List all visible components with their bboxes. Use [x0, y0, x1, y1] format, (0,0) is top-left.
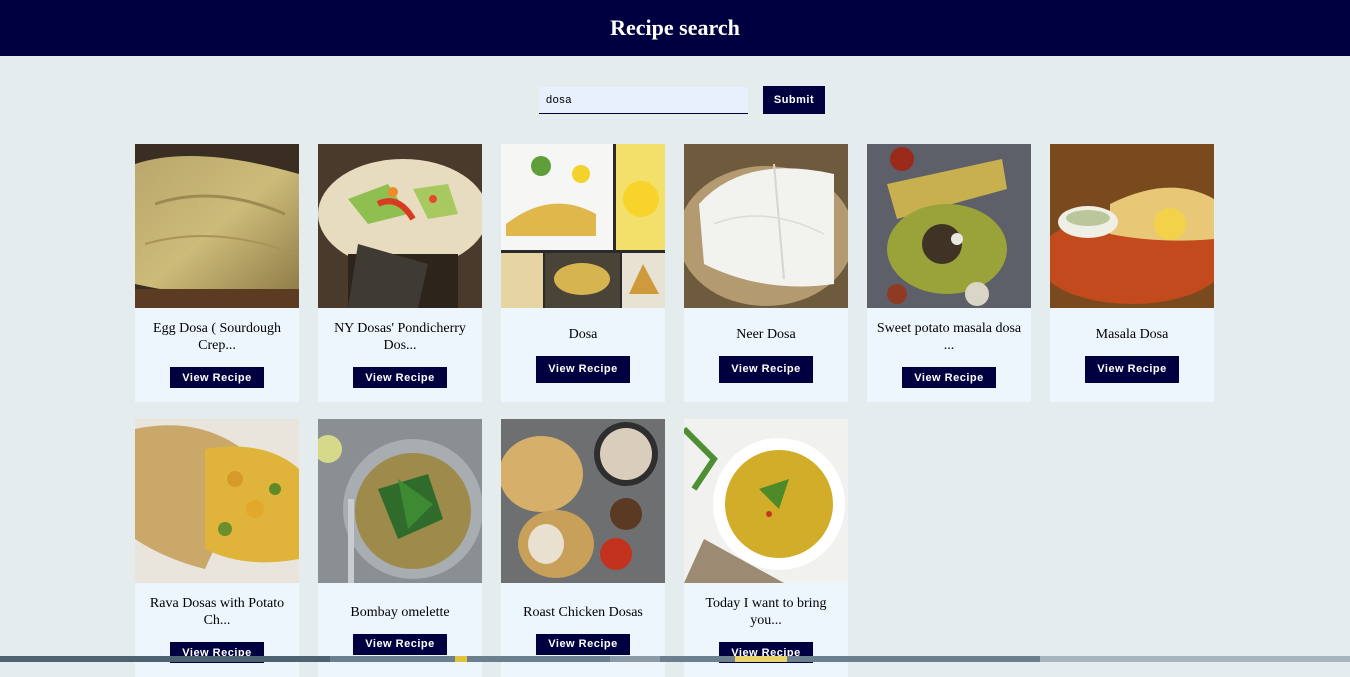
- taskbar-app-icon[interactable]: [735, 656, 787, 662]
- recipe-title: Bombay omelette: [350, 604, 450, 620]
- recipe-title: Sweet potato masala dosa ...: [876, 321, 1022, 353]
- recipe-title: Roast Chicken Dosas: [523, 604, 643, 620]
- view-recipe-button[interactable]: View Recipe: [353, 367, 447, 388]
- recipe-card: Masala Dosa View Recipe: [1050, 144, 1214, 402]
- view-recipe-button[interactable]: View Recipe: [170, 367, 264, 388]
- view-recipe-button[interactable]: View Recipe: [902, 367, 996, 388]
- recipe-card: Bombay omelette View Recipe: [318, 419, 482, 677]
- recipe-title: NY Dosas' Pondicherry Dos...: [334, 321, 466, 353]
- recipe-image[interactable]: [318, 144, 482, 308]
- recipe-image[interactable]: [135, 144, 299, 308]
- recipe-title: Today I want to bring you...: [705, 596, 827, 628]
- taskbar-segment: [0, 656, 330, 662]
- recipe-image[interactable]: [501, 144, 665, 308]
- view-recipe-button[interactable]: View Recipe: [353, 633, 447, 655]
- recipe-image[interactable]: [684, 419, 848, 583]
- recipe-card: Today I want to bring you... View Recipe: [684, 419, 848, 677]
- recipe-image[interactable]: [501, 419, 665, 583]
- recipe-card: NY Dosas' Pondicherry Dos... View Recipe: [318, 144, 482, 402]
- view-recipe-button[interactable]: View Recipe: [719, 355, 813, 383]
- view-recipe-button[interactable]: View Recipe: [536, 633, 630, 655]
- recipe-image[interactable]: [1050, 144, 1214, 308]
- recipe-card: Egg Dosa ( Sourdough Crep... View Recipe: [135, 144, 299, 402]
- app-header: Recipe search: [0, 0, 1350, 56]
- taskbar: [0, 656, 1350, 662]
- recipe-title: Neer Dosa: [736, 326, 796, 342]
- recipe-grid: Egg Dosa ( Sourdough Crep... View Recipe…: [135, 144, 1225, 677]
- recipe-card: Dosa View Recipe: [501, 144, 665, 402]
- search-input[interactable]: [539, 86, 748, 114]
- recipe-title: Rava Dosas with Potato Ch...: [149, 596, 285, 628]
- recipe-title: Dosa: [568, 326, 598, 342]
- recipe-card: Rava Dosas with Potato Ch... View Recipe: [135, 419, 299, 677]
- taskbar-app-icon[interactable]: [455, 656, 467, 662]
- recipe-image[interactable]: [135, 419, 299, 583]
- recipe-image[interactable]: [318, 419, 482, 583]
- page-title: Recipe search: [610, 15, 740, 40]
- search-form: Submit: [539, 86, 825, 114]
- recipe-card: Roast Chicken Dosas View Recipe: [501, 419, 665, 677]
- view-recipe-button[interactable]: View Recipe: [536, 355, 630, 383]
- recipe-image[interactable]: [684, 144, 848, 308]
- taskbar-segment: [1040, 656, 1350, 662]
- submit-button[interactable]: Submit: [763, 86, 825, 114]
- recipe-title: Egg Dosa ( Sourdough Crep...: [153, 321, 281, 353]
- recipe-title: Masala Dosa: [1095, 326, 1169, 342]
- recipe-card: Neer Dosa View Recipe: [684, 144, 848, 402]
- view-recipe-button[interactable]: View Recipe: [1085, 355, 1179, 383]
- recipe-card: Sweet potato masala dosa ... View Recipe: [867, 144, 1031, 402]
- recipe-image[interactable]: [867, 144, 1031, 308]
- taskbar-app-icon[interactable]: [610, 656, 660, 662]
